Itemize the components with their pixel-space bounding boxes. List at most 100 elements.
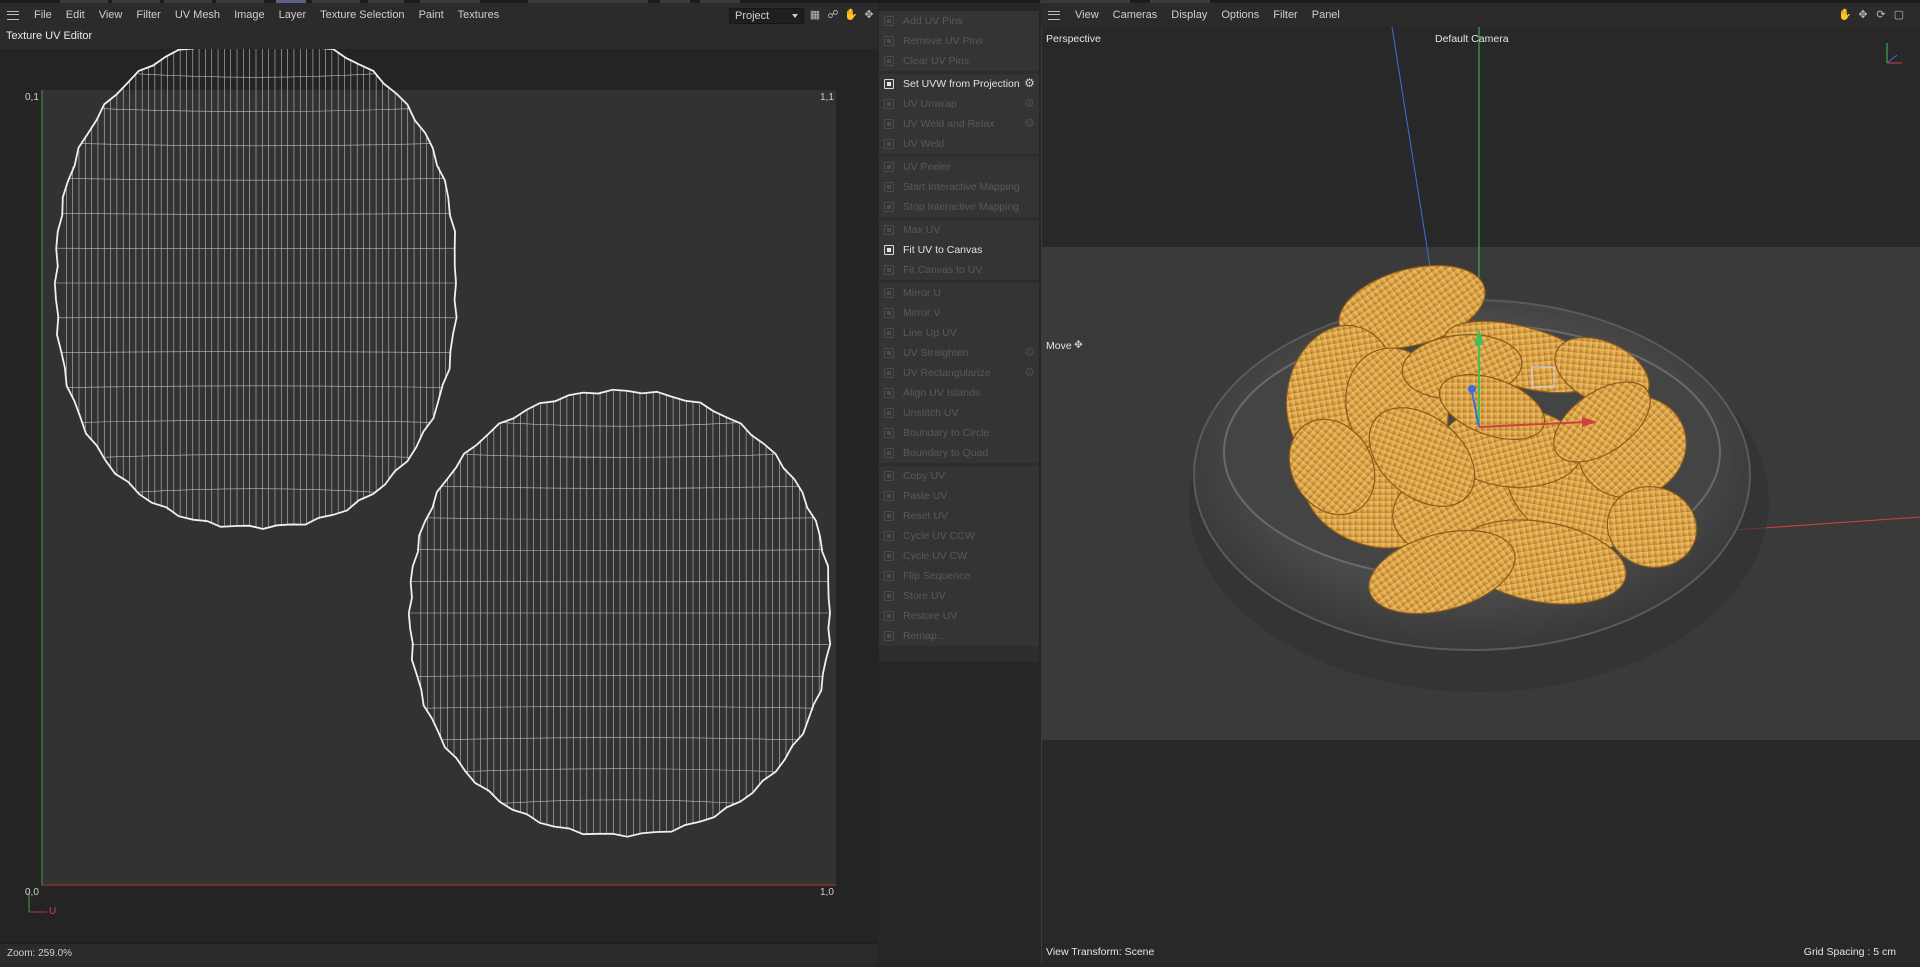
gear-icon[interactable]: ⚙ (1023, 77, 1036, 90)
command-icon (884, 119, 894, 129)
gear-icon[interactable]: ⚙ (1023, 97, 1036, 110)
vp-menu-options[interactable]: Options (1214, 3, 1266, 27)
viewport-nav-icons: ✋ ✥ ⟳ ▢ (1838, 8, 1906, 22)
command-fit-uv-to-canvas[interactable]: Fit UV to Canvas (879, 240, 1039, 260)
command-label: UV Straighten (903, 347, 969, 359)
command-mirror-v[interactable]: Mirror V (879, 303, 1039, 323)
command-mirror-u[interactable]: Mirror U (879, 283, 1039, 303)
command-icon (884, 139, 894, 149)
lock-icon[interactable]: ☍ (826, 8, 840, 22)
command-stop-interactive-mapping[interactable]: Stop Interactive Mapping (879, 197, 1039, 217)
gear-icon[interactable]: ⚙ (1023, 346, 1036, 359)
command-label: Fit UV to Canvas (903, 244, 983, 256)
menu-paint[interactable]: Paint (412, 3, 451, 27)
command-restore-uv[interactable]: Restore UV (879, 606, 1039, 626)
command-reset-uv[interactable]: Reset UV (879, 506, 1039, 526)
command-store-uv[interactable]: Store UV (879, 586, 1039, 606)
menu-textures[interactable]: Textures (451, 3, 507, 27)
uv-canvas-drawing (28, 49, 836, 913)
gear-icon[interactable]: ⚙ (1023, 117, 1036, 130)
command-icon (884, 79, 894, 89)
command-cycle-uv-ccw[interactable]: Cycle UV CCW (879, 526, 1039, 546)
rotate-view-icon[interactable]: ⟳ (1874, 8, 1888, 22)
command-set-uvw-from-projection[interactable]: Set UVW from Projection ⚙ (879, 74, 1039, 94)
vp-menu-display[interactable]: Display (1164, 3, 1214, 27)
move-view-icon[interactable]: ✥ (1856, 8, 1870, 22)
vp-menu-filter[interactable]: Filter (1266, 3, 1304, 27)
command-copy-uv[interactable]: Copy UV (879, 466, 1039, 486)
camera-label[interactable]: Default Camera (1435, 33, 1509, 45)
menu-uv-mesh[interactable]: UV Mesh (168, 3, 227, 27)
command-unstitch-uv[interactable]: Unstitch UV (879, 403, 1039, 423)
menu-texture-selection[interactable]: Texture Selection (313, 3, 411, 27)
command-icon (884, 388, 894, 398)
command-icon (884, 611, 894, 621)
command-start-interactive-mapping[interactable]: Start Interactive Mapping (879, 177, 1039, 197)
histogram-icon[interactable]: ▦ (808, 8, 822, 22)
command-uv-weld-and-relax[interactable]: UV Weld and Relax ⚙ (879, 114, 1039, 134)
command-uv-weld[interactable]: UV Weld (879, 134, 1039, 154)
command-label: Start Interactive Mapping (903, 181, 1020, 193)
gear-icon[interactable]: ⚙ (1023, 366, 1036, 379)
command-label: UV Unwrap (903, 98, 957, 110)
vp-menu-cameras[interactable]: Cameras (1106, 3, 1165, 27)
command-label: Cycle UV CCW (903, 530, 975, 542)
command-uv-rectangularize[interactable]: UV Rectangularize ⚙ (879, 363, 1039, 383)
command-icon (884, 531, 894, 541)
command-remove-uv-pins[interactable]: Remove UV Pins (879, 31, 1039, 51)
command-label: Set UVW from Projection (903, 78, 1020, 90)
menu-view[interactable]: View (92, 3, 130, 27)
menu-file[interactable]: File (27, 3, 59, 27)
hamburger-menu-icon[interactable] (7, 10, 19, 20)
grid-spacing-status: Grid Spacing : 5 cm (1803, 946, 1896, 958)
command-uv-straighten[interactable]: UV Straighten ⚙ (879, 343, 1039, 363)
uv-canvas[interactable]: 0,1 1,1 0,0 1,0 U (0, 49, 878, 946)
projection-label[interactable]: Perspective (1046, 33, 1101, 45)
command-align-uv-islands[interactable]: Align UV Islands (879, 383, 1039, 403)
command-flip-sequence[interactable]: Flip Sequence (879, 566, 1039, 586)
vp-menu-view[interactable]: View (1068, 3, 1106, 27)
command-add-uv-pins[interactable]: Add UV Pins (879, 11, 1039, 31)
command-paste-uv[interactable]: Paste UV (879, 486, 1039, 506)
command-label: Remap... (903, 630, 946, 642)
viewport-canvas[interactable]: Perspective Default Camera Move ✥ View T… (1041, 27, 1920, 964)
command-remap[interactable]: Remap... (879, 626, 1039, 646)
command-group: Mirror U Mirror V Line Up UV UV Straighten ⚙… (879, 283, 1039, 463)
command-icon (884, 408, 894, 418)
command-icon (884, 368, 894, 378)
command-uv-unwrap[interactable]: UV Unwrap ⚙ (879, 94, 1039, 114)
command-label: UV Weld (903, 138, 945, 150)
command-line-up-uv[interactable]: Line Up UV (879, 323, 1039, 343)
move-view-icon[interactable]: ✥ (862, 8, 876, 22)
menu-edit[interactable]: Edit (59, 3, 92, 27)
command-group: Max UV Fit UV to Canvas Fit Canvas to UV (879, 220, 1039, 280)
command-icon (884, 225, 894, 235)
chevron-down-icon (792, 14, 798, 18)
command-icon (884, 308, 894, 318)
command-icon (884, 245, 894, 255)
pan-hand-icon[interactable]: ✋ (1838, 8, 1852, 22)
menu-filter[interactable]: Filter (129, 3, 167, 27)
command-label: Mirror U (903, 287, 941, 299)
command-fit-canvas-to-uv[interactable]: Fit Canvas to UV (879, 260, 1039, 280)
menu-image[interactable]: Image (227, 3, 272, 27)
command-cycle-uv-cw[interactable]: Cycle UV CW (879, 546, 1039, 566)
maximize-view-icon[interactable]: ▢ (1892, 8, 1906, 22)
command-label: Remove UV Pins (903, 35, 983, 47)
hamburger-menu-icon[interactable] (1048, 10, 1060, 20)
command-label: Reset UV (903, 510, 948, 522)
command-label: Mirror V (903, 307, 941, 319)
command-boundary-to-circle[interactable]: Boundary to Circle (879, 423, 1039, 443)
command-max-uv[interactable]: Max UV (879, 220, 1039, 240)
command-label: Boundary to Circle (903, 427, 990, 439)
pan-hand-icon[interactable]: ✋ (844, 8, 858, 22)
vp-menu-panel[interactable]: Panel (1305, 3, 1347, 27)
command-boundary-to-quad[interactable]: Boundary to Quad (879, 443, 1039, 463)
menu-layer[interactable]: Layer (272, 3, 314, 27)
command-uv-peeler[interactable]: UV Peeler (879, 157, 1039, 177)
command-icon (884, 328, 894, 338)
command-label: Restore UV (903, 610, 958, 622)
command-clear-uv-pins[interactable]: Clear UV Pins (879, 51, 1039, 71)
mode-select[interactable]: Project (729, 8, 804, 24)
corner-label-top-left: 0,1 (25, 92, 39, 103)
